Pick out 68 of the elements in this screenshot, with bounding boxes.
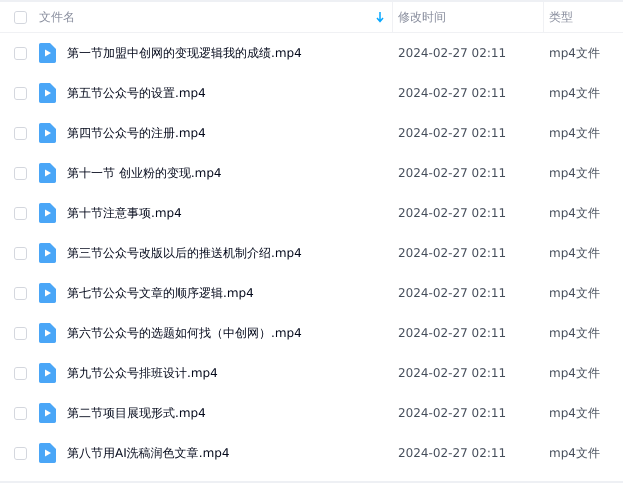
video-file-icon [39, 123, 56, 143]
file-row[interactable]: 第六节公众号的选题如何找（中创网）.mp4 2024-02-27 02:11 mp4文件 [0, 313, 623, 353]
video-file-icon [39, 163, 56, 183]
file-row[interactable]: 第二节项目展现形式.mp4 2024-02-27 02:11 mp4文件 [0, 393, 623, 433]
modified-time: 2024-02-27 02:11 [397, 285, 508, 302]
video-file-icon [39, 283, 56, 303]
checkbox[interactable] [14, 326, 26, 340]
video-file-icon [39, 403, 56, 423]
modified-time: 2024-02-27 02:11 [397, 85, 508, 102]
modified-time: 2024-02-27 02:11 [397, 365, 508, 382]
checkbox[interactable] [14, 246, 26, 260]
file-type: mp4文件 [548, 445, 600, 462]
file-type: mp4文件 [548, 365, 600, 382]
modified-time: 2024-02-27 02:11 [397, 205, 508, 222]
file-name: 第二节项目展现形式.mp4 [67, 405, 206, 422]
file-row[interactable]: 第三节公众号改版以后的推送机制介绍.mp4 2024-02-27 02:11 mp4文件 [0, 233, 623, 273]
file-name: 第七节公众号文章的顺序逻辑.mp4 [67, 285, 254, 302]
file-row[interactable]: 第九节公众号排班设计.mp4 2024-02-27 02:11 mp4文件 [0, 353, 623, 393]
modified-time: 2024-02-27 02:11 [397, 165, 508, 182]
video-file-icon [39, 83, 56, 103]
file-name: 第六节公众号的选题如何找（中创网）.mp4 [67, 325, 302, 342]
modified-time: 2024-02-27 02:11 [397, 45, 508, 62]
file-name: 第十一节 创业粉的变现.mp4 [67, 165, 222, 182]
file-name: 第五节公众号的设置.mp4 [67, 85, 206, 102]
file-type: mp4文件 [548, 85, 600, 102]
video-file-icon [39, 323, 56, 343]
checkbox[interactable] [14, 86, 26, 100]
video-file-icon [39, 43, 56, 63]
file-name: 第一节加盟中创网的变现逻辑我的成绩.mp4 [67, 45, 302, 62]
video-file-icon [39, 363, 56, 383]
file-name: 第八节用AI洗稿润色文章.mp4 [67, 445, 230, 462]
checkbox[interactable] [14, 166, 26, 180]
modified-time: 2024-02-27 02:11 [397, 325, 508, 342]
file-type: mp4文件 [548, 165, 600, 182]
file-type: mp4文件 [548, 285, 600, 302]
checkbox[interactable] [14, 206, 26, 220]
modified-time: 2024-02-27 02:11 [397, 445, 508, 462]
checkbox[interactable] [14, 126, 26, 140]
file-row[interactable]: 第四节公众号的注册.mp4 2024-02-27 02:11 mp4文件 [0, 113, 623, 153]
file-row[interactable]: 第十节注意事项.mp4 2024-02-27 02:11 mp4文件 [0, 193, 623, 233]
file-name: 第九节公众号排班设计.mp4 [67, 365, 218, 382]
file-name: 第十节注意事项.mp4 [67, 205, 182, 222]
checkbox[interactable] [14, 366, 26, 380]
file-row[interactable]: 第五节公众号的设置.mp4 2024-02-27 02:11 mp4文件 [0, 73, 623, 113]
file-row[interactable]: 第七节公众号文章的顺序逻辑.mp4 2024-02-27 02:11 mp4文件 [0, 273, 623, 313]
video-file-icon [39, 443, 56, 463]
file-row[interactable]: 第一节加盟中创网的变现逻辑我的成绩.mp4 2024-02-27 02:11 mp4文件 [0, 33, 623, 73]
modified-time: 2024-02-27 02:11 [397, 125, 508, 142]
modified-time: 2024-02-27 02:11 [397, 245, 508, 262]
file-type: mp4文件 [548, 205, 600, 222]
checkbox[interactable] [14, 46, 26, 60]
modified-time: 2024-02-27 02:11 [397, 405, 508, 422]
file-row[interactable]: 第十一节 创业粉的变现.mp4 2024-02-27 02:11 mp4文件 [0, 153, 623, 193]
checkbox[interactable] [14, 286, 26, 300]
file-name: 第四节公众号的注册.mp4 [67, 125, 206, 142]
file-type: mp4文件 [548, 245, 600, 262]
file-name: 第三节公众号改版以后的推送机制介绍.mp4 [67, 245, 302, 262]
checkbox[interactable] [14, 406, 26, 420]
file-type: mp4文件 [548, 125, 600, 142]
file-type: mp4文件 [548, 45, 600, 62]
video-file-icon [39, 243, 56, 263]
video-file-icon [39, 203, 56, 223]
sort-down-icon[interactable] [376, 12, 384, 22]
file-row[interactable]: 第八节用AI洗稿润色文章.mp4 2024-02-27 02:11 mp4文件 [0, 433, 623, 473]
checkbox[interactable] [14, 446, 26, 460]
file-type: mp4文件 [548, 325, 600, 342]
checkbox[interactable] [14, 10, 26, 24]
file-type: mp4文件 [548, 405, 600, 422]
